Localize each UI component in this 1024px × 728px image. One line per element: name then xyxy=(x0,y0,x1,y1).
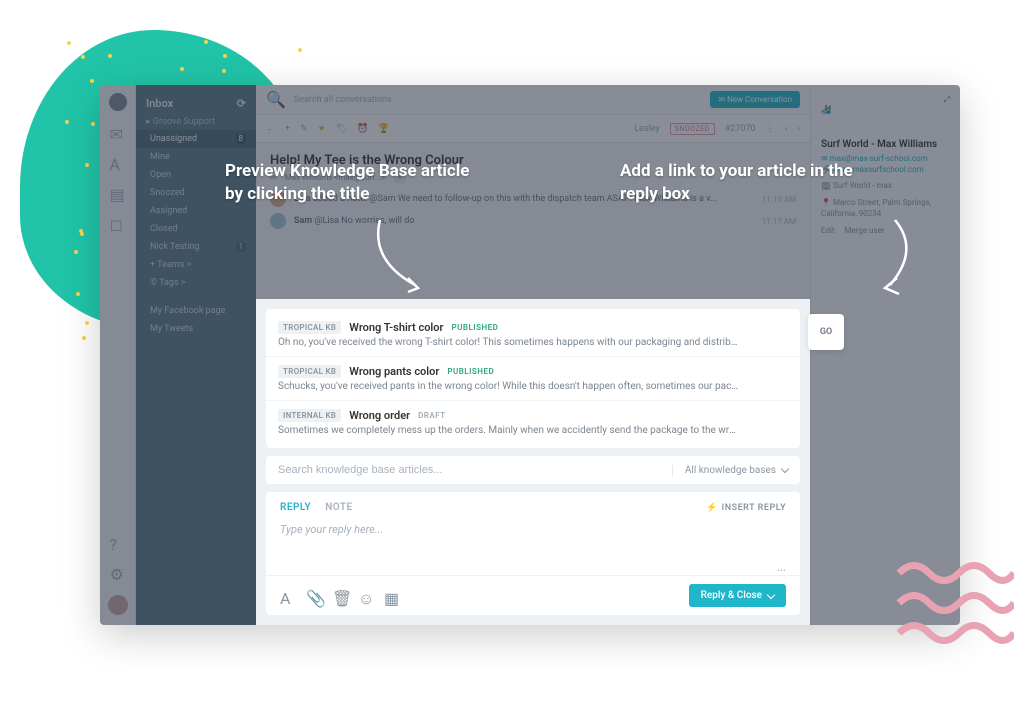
kb-tag: INTERNAL KB xyxy=(278,409,341,422)
kb-panel: GO TROPICAL KB Wrong T-shirt color PUBLI… xyxy=(256,299,810,625)
ticket-id: #27070 xyxy=(725,124,756,134)
gear-icon[interactable]: ⚙ xyxy=(110,565,126,581)
reply-more[interactable]: … xyxy=(266,559,800,575)
star-icon[interactable]: ★ xyxy=(318,124,326,134)
kb-search-bar: All knowledge bases xyxy=(266,456,800,484)
contact-avatar: 🏄 xyxy=(821,105,849,133)
status-badge[interactable]: SNOOZED xyxy=(670,123,715,135)
tag-icon[interactable]: 🏷 xyxy=(336,124,347,134)
sidebar-item-tags[interactable]: © Tags > xyxy=(136,274,256,292)
kb-excerpt: Oh no, you've received the wrong T-shirt… xyxy=(278,337,740,348)
clock-icon[interactable]: ⏰ xyxy=(357,124,368,134)
reply-box: REPLY NOTE ⚡ INSERT REPLY Type your repl… xyxy=(266,492,800,615)
sidebar-item-closed[interactable]: Closed xyxy=(136,220,256,238)
callout-preview: Preview Knowledge Base article by clicki… xyxy=(225,160,485,206)
message-row[interactable]: Sam @Lisa No worries, will do 11:17 AM xyxy=(270,213,796,229)
kb-filter-dropdown[interactable]: All knowledge bases xyxy=(672,465,788,476)
global-search[interactable]: Search all conversations xyxy=(294,95,702,105)
refresh-icon[interactable]: ⟳ xyxy=(237,97,246,110)
attach-icon[interactable]: 📎 xyxy=(306,589,320,603)
trophy-icon[interactable]: 🏆 xyxy=(378,124,389,134)
book-icon[interactable]: ▤ xyxy=(110,185,126,201)
arrow-right xyxy=(855,210,935,300)
kb-go-button[interactable]: GO xyxy=(808,314,844,350)
search-icon[interactable]: 🔍 xyxy=(266,90,286,109)
kb-status: PUBLISHED xyxy=(447,367,494,376)
callout-link: Add a link to your article in the reply … xyxy=(620,160,860,206)
format-icon[interactable]: A xyxy=(280,589,294,603)
emoji-icon[interactable]: ☺ xyxy=(358,589,372,603)
nav-rail: ✉ A ▤ ◻ ? ⚙ xyxy=(100,85,136,625)
contact-name: Surf World - Max Williams xyxy=(821,139,950,150)
avatar xyxy=(270,213,286,229)
kb-excerpt: Schucks, you've received pants in the wr… xyxy=(278,381,740,392)
insert-reply-button[interactable]: ⚡ INSERT REPLY xyxy=(706,503,786,513)
trash-icon[interactable]: 🗑 xyxy=(332,589,346,603)
kb-status: PUBLISHED xyxy=(451,323,498,332)
prev-icon[interactable]: ‹ xyxy=(785,124,788,134)
expand-icon[interactable]: ⤢ xyxy=(821,95,950,105)
sidebar-item-tweets[interactable]: My Tweets xyxy=(136,320,256,338)
sidebar-item-teams[interactable]: + Teams > xyxy=(136,256,256,274)
kb-result[interactable]: TROPICAL KB Wrong pants color PUBLISHED … xyxy=(266,357,800,401)
app-logo[interactable] xyxy=(109,93,127,111)
more-icon[interactable]: ⋮ xyxy=(766,124,775,134)
kb-excerpt: Sometimes we completely mess up the orde… xyxy=(278,425,740,436)
kb-tag: TROPICAL KB xyxy=(278,365,341,378)
font-icon[interactable]: A xyxy=(110,155,126,171)
reply-send-button[interactable]: Reply & Close xyxy=(689,584,786,607)
add-icon[interactable]: + xyxy=(285,124,290,134)
sidebar-item-unassigned[interactable]: Unassigned8 xyxy=(136,130,256,148)
kb-search-input[interactable] xyxy=(278,464,672,476)
assignee[interactable]: Lesley xyxy=(634,124,659,134)
timestamp: 11:17 AM xyxy=(762,217,796,226)
arrow-left xyxy=(360,210,440,300)
new-conversation-button[interactable]: ✉ New Conversation xyxy=(710,91,800,108)
kb-tag: TROPICAL KB xyxy=(278,321,341,334)
back-icon[interactable]: ← xyxy=(266,123,275,134)
chevron-down-icon xyxy=(781,465,789,473)
kb-result[interactable]: TROPICAL KB Wrong T-shirt color PUBLISHE… xyxy=(266,313,800,357)
next-icon[interactable]: › xyxy=(797,124,800,134)
kb-article-title[interactable]: Wrong pants color xyxy=(349,365,439,378)
help-icon[interactable]: ? xyxy=(110,535,126,551)
convo-toolbar: ← + ✎ ★ 🏷 ⏰ 🏆 Lesley SNOOZED #27070 ⋮ ‹ … xyxy=(256,115,810,143)
topbar: 🔍 Search all conversations ✉ New Convers… xyxy=(256,85,810,115)
kb-article-title[interactable]: Wrong T-shirt color xyxy=(349,321,443,334)
reply-textarea[interactable]: Type your reply here... xyxy=(266,519,800,559)
kb-result[interactable]: INTERNAL KB Wrong order DRAFT Sometimes … xyxy=(266,401,800,444)
sidebar-item-facebook[interactable]: My Facebook page xyxy=(136,302,256,320)
sidebar-item-testing[interactable]: Nick Testing1 xyxy=(136,238,256,256)
kb-article-title[interactable]: Wrong order xyxy=(349,409,410,422)
decorative-waves xyxy=(894,548,1014,668)
edit-icon[interactable]: ✎ xyxy=(300,124,308,134)
edit-contact[interactable]: Edit xyxy=(821,226,835,235)
inbox-icon[interactable]: ✉ xyxy=(110,125,126,141)
kb-icon[interactable]: ▦ xyxy=(384,589,398,603)
kb-results: GO TROPICAL KB Wrong T-shirt color PUBLI… xyxy=(266,309,800,448)
tab-reply[interactable]: REPLY xyxy=(280,502,311,513)
tab-note[interactable]: NOTE xyxy=(325,502,352,513)
mailbox-selector[interactable]: ▸ Groove Support xyxy=(136,114,256,130)
chat-icon[interactable]: ◻ xyxy=(110,215,126,231)
kb-status: DRAFT xyxy=(418,411,446,420)
sidebar-title: Inbox ⟳ xyxy=(136,93,256,114)
user-avatar[interactable] xyxy=(108,595,128,615)
